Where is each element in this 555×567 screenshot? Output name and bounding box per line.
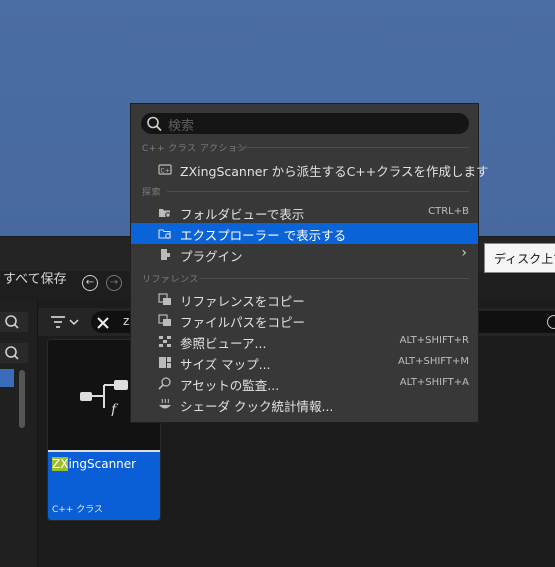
menu-item-label: 参照ビューア... <box>180 336 267 351</box>
menu-item-shortcut: CTRL+B <box>428 206 469 217</box>
copy-filepath-icon <box>158 314 171 326</box>
section-divider <box>199 278 469 279</box>
shader-stats-icon <box>159 398 171 409</box>
settings-icon[interactable] <box>547 315 555 329</box>
asset-audit-icon <box>158 377 171 390</box>
search-icon[interactable] <box>0 343 28 363</box>
menu-item-asset-audit[interactable]: アセットの監査... ALT+SHIFT+A <box>131 373 478 394</box>
menu-item-copy-filepath[interactable]: ファイルパスをコピー <box>131 310 478 331</box>
filter-icon[interactable] <box>50 314 80 334</box>
asset-type-label: C++ クラス <box>52 505 104 515</box>
search-icon[interactable] <box>0 312 28 332</box>
menu-search-placeholder: 検索 <box>168 119 195 134</box>
menu-item-show-in-explorer[interactable]: エクスプローラー で表示する <box>131 223 478 244</box>
folder-search-icon <box>159 209 171 218</box>
save-all-button[interactable]: すべて保存 <box>3 268 67 287</box>
section-divider <box>167 191 469 192</box>
svg-text:f: f <box>110 402 119 416</box>
menu-item-size-map[interactable]: サイズ マップ... ALT+SHIFT+M <box>131 352 478 373</box>
selected-folder-item[interactable] <box>0 369 14 387</box>
asset-name-rest: ingScanner <box>68 457 137 471</box>
tooltip: ディスク上で <box>484 243 555 273</box>
forward-icon[interactable]: → <box>106 275 122 291</box>
chevron-right-icon: › <box>461 245 467 261</box>
section-header: 探索 <box>142 188 162 198</box>
asset-search-input-right[interactable] <box>475 311 555 333</box>
menu-item-label: プラグイン <box>180 249 243 264</box>
explorer-folder-icon <box>158 229 171 239</box>
cpp-class-thumbnail-icon: f <box>80 380 128 416</box>
menu-item-shortcut: ALT+SHIFT+A <box>399 377 469 388</box>
asset-name: ZXingScanner <box>52 457 136 471</box>
menu-item-label: リファレンスをコピー <box>180 294 305 309</box>
menu-item-plugin[interactable]: プラグイン › <box>131 244 478 265</box>
copy-reference-icon <box>158 293 171 305</box>
context-menu: 検索 C++ クラス アクション C++ ZXingScanner から派生する… <box>130 103 489 423</box>
scrollbar[interactable] <box>19 370 25 428</box>
svg-text:C++: C++ <box>161 168 173 175</box>
menu-item-label: エクスプローラー で表示する <box>180 228 347 243</box>
cpp-class-icon: C++ <box>158 164 173 175</box>
search-icon <box>147 116 162 132</box>
size-map-icon <box>159 357 171 368</box>
reference-viewer-icon <box>159 336 171 347</box>
menu-item-shader-cook-stats[interactable]: シェーダ クック統計情報... <box>131 394 478 415</box>
menu-item-shortcut: ALT+SHIFT+R <box>399 335 469 346</box>
menu-item-label: シェーダ クック統計情報... <box>180 399 334 414</box>
menu-item-label: アセットの監査... <box>180 378 280 393</box>
menu-item-show-in-folder-view[interactable]: フォルダビューで表示 CTRL+B <box>131 202 478 223</box>
back-icon[interactable]: ← <box>82 275 98 291</box>
search-text: z <box>123 314 130 328</box>
menu-item-copy-reference[interactable]: リファレンスをコピー <box>131 289 478 310</box>
menu-item-reference-viewer[interactable]: 参照ビューア... ALT+SHIFT+R <box>131 331 478 352</box>
menu-item-label: ZXingScanner から派生するC++クラスを作成します <box>180 164 489 179</box>
sources-panel <box>0 300 38 567</box>
section-header: リファレンス <box>142 275 199 285</box>
section-divider <box>235 147 469 148</box>
asset-name-highlight: ZX <box>52 457 69 471</box>
section-header: C++ クラス アクション <box>142 144 247 154</box>
menu-search-input[interactable]: 検索 <box>141 113 469 134</box>
menu-item-label: フォルダビューで表示 <box>180 207 305 222</box>
menu-item-label: ファイルパスをコピー <box>180 315 306 330</box>
menu-item-create-cpp-class[interactable]: C++ ZXingScanner から派生するC++クラスを作成します <box>131 159 489 180</box>
plugin-icon <box>161 249 170 260</box>
menu-item-shortcut: ALT+SHIFT+M <box>397 356 469 367</box>
menu-item-label: サイズ マップ... <box>180 357 271 372</box>
clear-search-icon[interactable] <box>96 315 110 334</box>
